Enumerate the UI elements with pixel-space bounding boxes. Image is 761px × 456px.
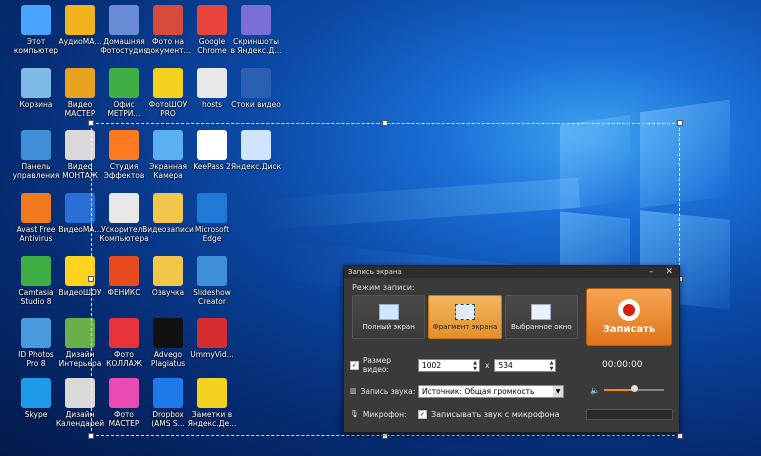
photo-studio-icon bbox=[109, 5, 139, 35]
height-value: 534 bbox=[498, 360, 513, 370]
spin-arrows-icon[interactable]: ▲ ▼ bbox=[473, 360, 477, 372]
mic-label: Микрофон: bbox=[362, 409, 407, 419]
resize-handle-ml[interactable] bbox=[88, 276, 94, 282]
mic-level-meter bbox=[586, 409, 673, 420]
record-dot-icon bbox=[618, 299, 640, 321]
fragment-icon bbox=[454, 303, 475, 320]
video-master-icon bbox=[65, 68, 95, 98]
volume-slider[interactable] bbox=[603, 385, 664, 392]
control-panel-icon bbox=[21, 130, 51, 160]
mode-fragment-label: Фрагмент экрана bbox=[432, 322, 498, 331]
size-label: Размер видео: bbox=[362, 356, 391, 374]
screenshots-icon bbox=[241, 5, 271, 35]
resize-handle-br[interactable] bbox=[677, 433, 683, 439]
desktop-icon[interactable]: Скриншоты в Яндекс.Д... bbox=[228, 5, 284, 55]
speaker-icon: 🔈 bbox=[590, 385, 600, 395]
mode-window-label: Выбранное окно bbox=[510, 322, 572, 331]
computer-icon bbox=[21, 5, 51, 35]
sound-label: Запись звука: bbox=[360, 386, 416, 396]
close-icon[interactable]: ✕ bbox=[665, 267, 673, 277]
photoshow-pro-icon bbox=[153, 68, 183, 98]
video-size-row: ✓ Размер видео: 1002 ▲ ▼ x 534 ▲ ▼ bbox=[350, 356, 580, 374]
mic-checkbox[interactable]: ✓ bbox=[418, 409, 427, 419]
recorder-titlebar[interactable]: Запись экрана – ✕ bbox=[344, 266, 679, 278]
mode-label: Режим записи: bbox=[352, 283, 415, 292]
avast-icon bbox=[21, 193, 51, 223]
resize-handle-bl[interactable] bbox=[88, 433, 94, 439]
volume-control: 🔈 bbox=[590, 385, 672, 395]
record-label: Записать bbox=[602, 324, 656, 335]
camtasia-icon bbox=[21, 256, 51, 286]
size-checkbox[interactable]: ✓ bbox=[350, 360, 359, 370]
timer: 00:00:00 bbox=[602, 360, 643, 370]
id-photos-icon bbox=[21, 318, 51, 348]
height-input[interactable]: 534 ▲ ▼ bbox=[494, 358, 557, 372]
window-icon bbox=[531, 303, 552, 320]
width-value: 1002 bbox=[422, 360, 442, 370]
resize-handle-tl[interactable] bbox=[88, 120, 94, 126]
desktop-icon-label: Скриншоты в Яндекс.Д... bbox=[230, 37, 282, 55]
volume-knob[interactable] bbox=[630, 385, 638, 392]
microphone-icon: 🎙 bbox=[350, 410, 359, 418]
monitor-icon bbox=[378, 303, 399, 320]
mode-fullscreen-button[interactable]: Полный экран bbox=[352, 295, 426, 339]
mic-row: 🎙 Микрофон: ✓ Записывать звук с микрофона bbox=[350, 406, 580, 422]
desktop-icon[interactable]: Стоки видео bbox=[228, 68, 284, 109]
mode-window-button[interactable]: Выбранное окно bbox=[504, 295, 578, 339]
resize-handle-bm[interactable] bbox=[382, 433, 388, 439]
chevron-down-icon[interactable]: ▼ bbox=[553, 385, 563, 397]
width-input[interactable]: 1002 ▲ ▼ bbox=[418, 358, 480, 372]
sound-source-select[interactable]: Источник: Общая громкость ▼ bbox=[418, 384, 564, 398]
skype-icon bbox=[21, 378, 51, 408]
record-button[interactable]: Записать bbox=[586, 288, 672, 346]
mode-fullscreen-label: Полный экран bbox=[362, 322, 415, 331]
chrome-icon bbox=[197, 5, 227, 35]
resize-handle-tr[interactable] bbox=[677, 120, 683, 126]
minimize-icon[interactable]: – bbox=[649, 267, 654, 277]
mic-checkbox-label: Записывать звук с микрофона bbox=[431, 409, 560, 419]
word-doc-icon bbox=[241, 68, 271, 98]
sound-icon: ▥ bbox=[350, 387, 357, 395]
desktop-icon-label: Стоки видео bbox=[231, 100, 281, 109]
recycle-bin-icon bbox=[21, 68, 51, 98]
recorder-title: Запись экрана bbox=[348, 268, 402, 276]
photo-doc-icon bbox=[153, 5, 183, 35]
size-separator: x bbox=[485, 360, 490, 370]
screen-recorder-panel: Запись экрана – ✕ Режим записи: Полный э… bbox=[343, 265, 680, 433]
mode-selector: Полный экран Фрагмент экрана Выбранное о… bbox=[352, 295, 578, 339]
sound-row: ▥ Запись звука: Источник: Общая громкость… bbox=[350, 383, 580, 399]
spin-arrows-icon[interactable]: ▲ ▼ bbox=[550, 360, 554, 372]
audio-master-icon bbox=[65, 5, 95, 35]
office-metrica-icon bbox=[109, 68, 139, 98]
mode-fragment-button[interactable]: Фрагмент экрана bbox=[428, 295, 502, 339]
sound-source-value: Источник: Общая громкость bbox=[422, 386, 535, 396]
resize-handle-tm[interactable] bbox=[382, 120, 388, 126]
file-icon bbox=[197, 68, 227, 98]
